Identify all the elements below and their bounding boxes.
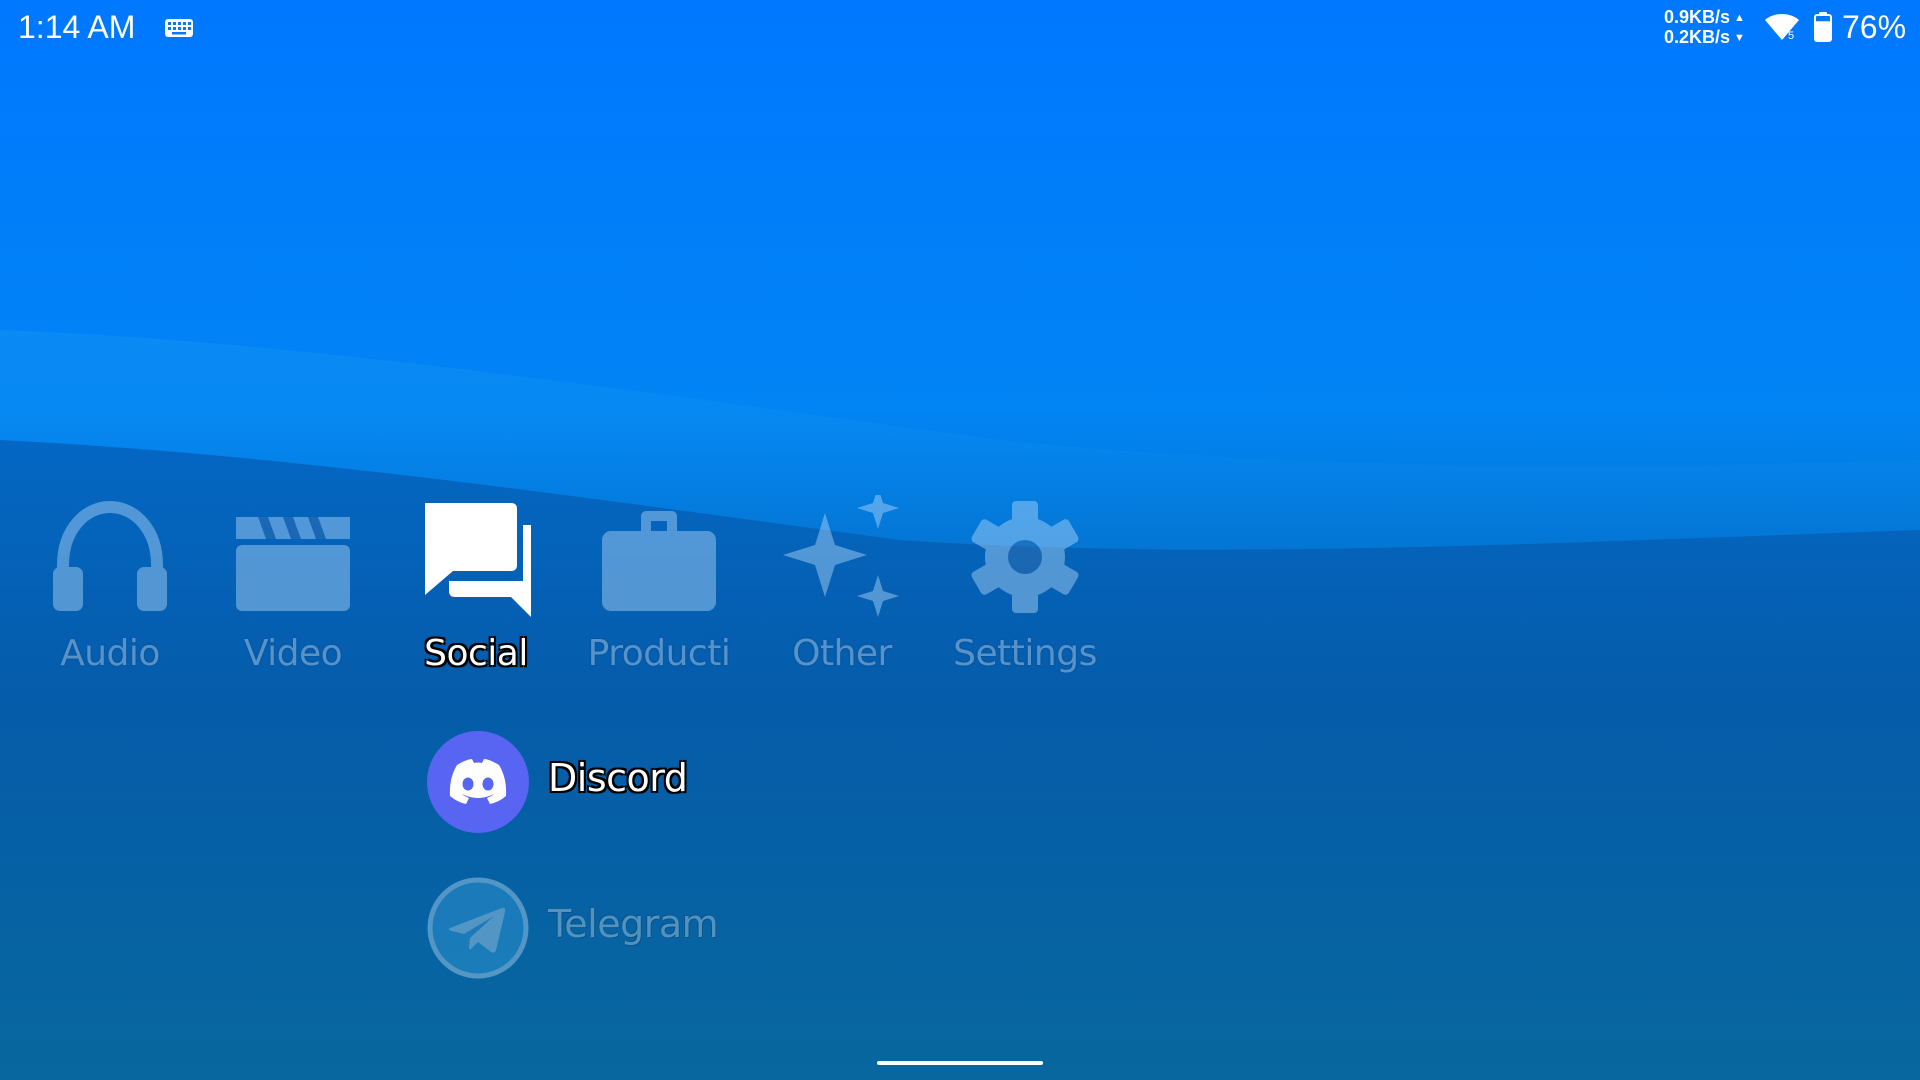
sparkles-icon: [783, 495, 899, 617]
launcher-screen: 1:14 AM 0.9KB/s ▲ 0.2KB/s ▼ 5 76% Audio …: [0, 0, 1920, 1080]
download-speed: 0.2KB/s: [1664, 27, 1731, 47]
network-speed: 0.9KB/s ▲ 0.2KB/s ▼: [1664, 8, 1745, 48]
category-label: Producti: [587, 633, 731, 674]
chat-bubbles-icon: [425, 503, 531, 617]
status-bar: 1:14 AM 0.9KB/s ▲ 0.2KB/s ▼ 5 76%: [0, 0, 1920, 60]
app-item-telegram[interactable]: Telegram: [426, 876, 826, 980]
clapperboard-icon: [236, 517, 350, 611]
upload-arrow-icon: ▲: [1734, 12, 1745, 24]
discord-icon: [427, 731, 529, 833]
category-label: Social: [424, 633, 528, 674]
category-label: Settings: [953, 633, 1097, 674]
category-label: Video: [243, 633, 343, 674]
app-item-discord[interactable]: Discord: [426, 730, 826, 834]
category-settings[interactable]: Settings: [935, 495, 1115, 685]
app-label: Telegram: [548, 902, 719, 946]
category-social[interactable]: Social: [386, 495, 566, 685]
category-label: Other: [792, 633, 892, 674]
app-label: Discord: [548, 756, 688, 800]
battery-level: [1815, 21, 1831, 41]
home-indicator[interactable]: [877, 1061, 1043, 1065]
category-other[interactable]: Other: [752, 495, 932, 685]
wifi-band-label: 5: [1788, 30, 1794, 42]
keyboard-icon: [165, 19, 193, 37]
briefcase-icon: [602, 511, 716, 611]
telegram-icon: [427, 877, 529, 979]
category-label: Audio: [60, 633, 160, 674]
upload-speed-row: 0.9KB/s ▲: [1664, 8, 1745, 28]
category-productivity[interactable]: Producti: [569, 495, 749, 685]
headphones-icon: [53, 500, 167, 611]
upload-speed: 0.9KB/s: [1664, 7, 1731, 27]
gear-icon: [971, 501, 1079, 613]
battery-percent: 76%: [1842, 9, 1907, 45]
download-arrow-icon: ▼: [1734, 32, 1745, 44]
category-audio[interactable]: Audio: [20, 495, 200, 685]
wifi-icon: 5: [1765, 14, 1799, 42]
download-speed-row: 0.2KB/s ▼: [1664, 28, 1745, 48]
battery-icon: [1814, 12, 1832, 42]
category-video[interactable]: Video: [203, 495, 383, 685]
clock: 1:14 AM: [18, 9, 136, 45]
